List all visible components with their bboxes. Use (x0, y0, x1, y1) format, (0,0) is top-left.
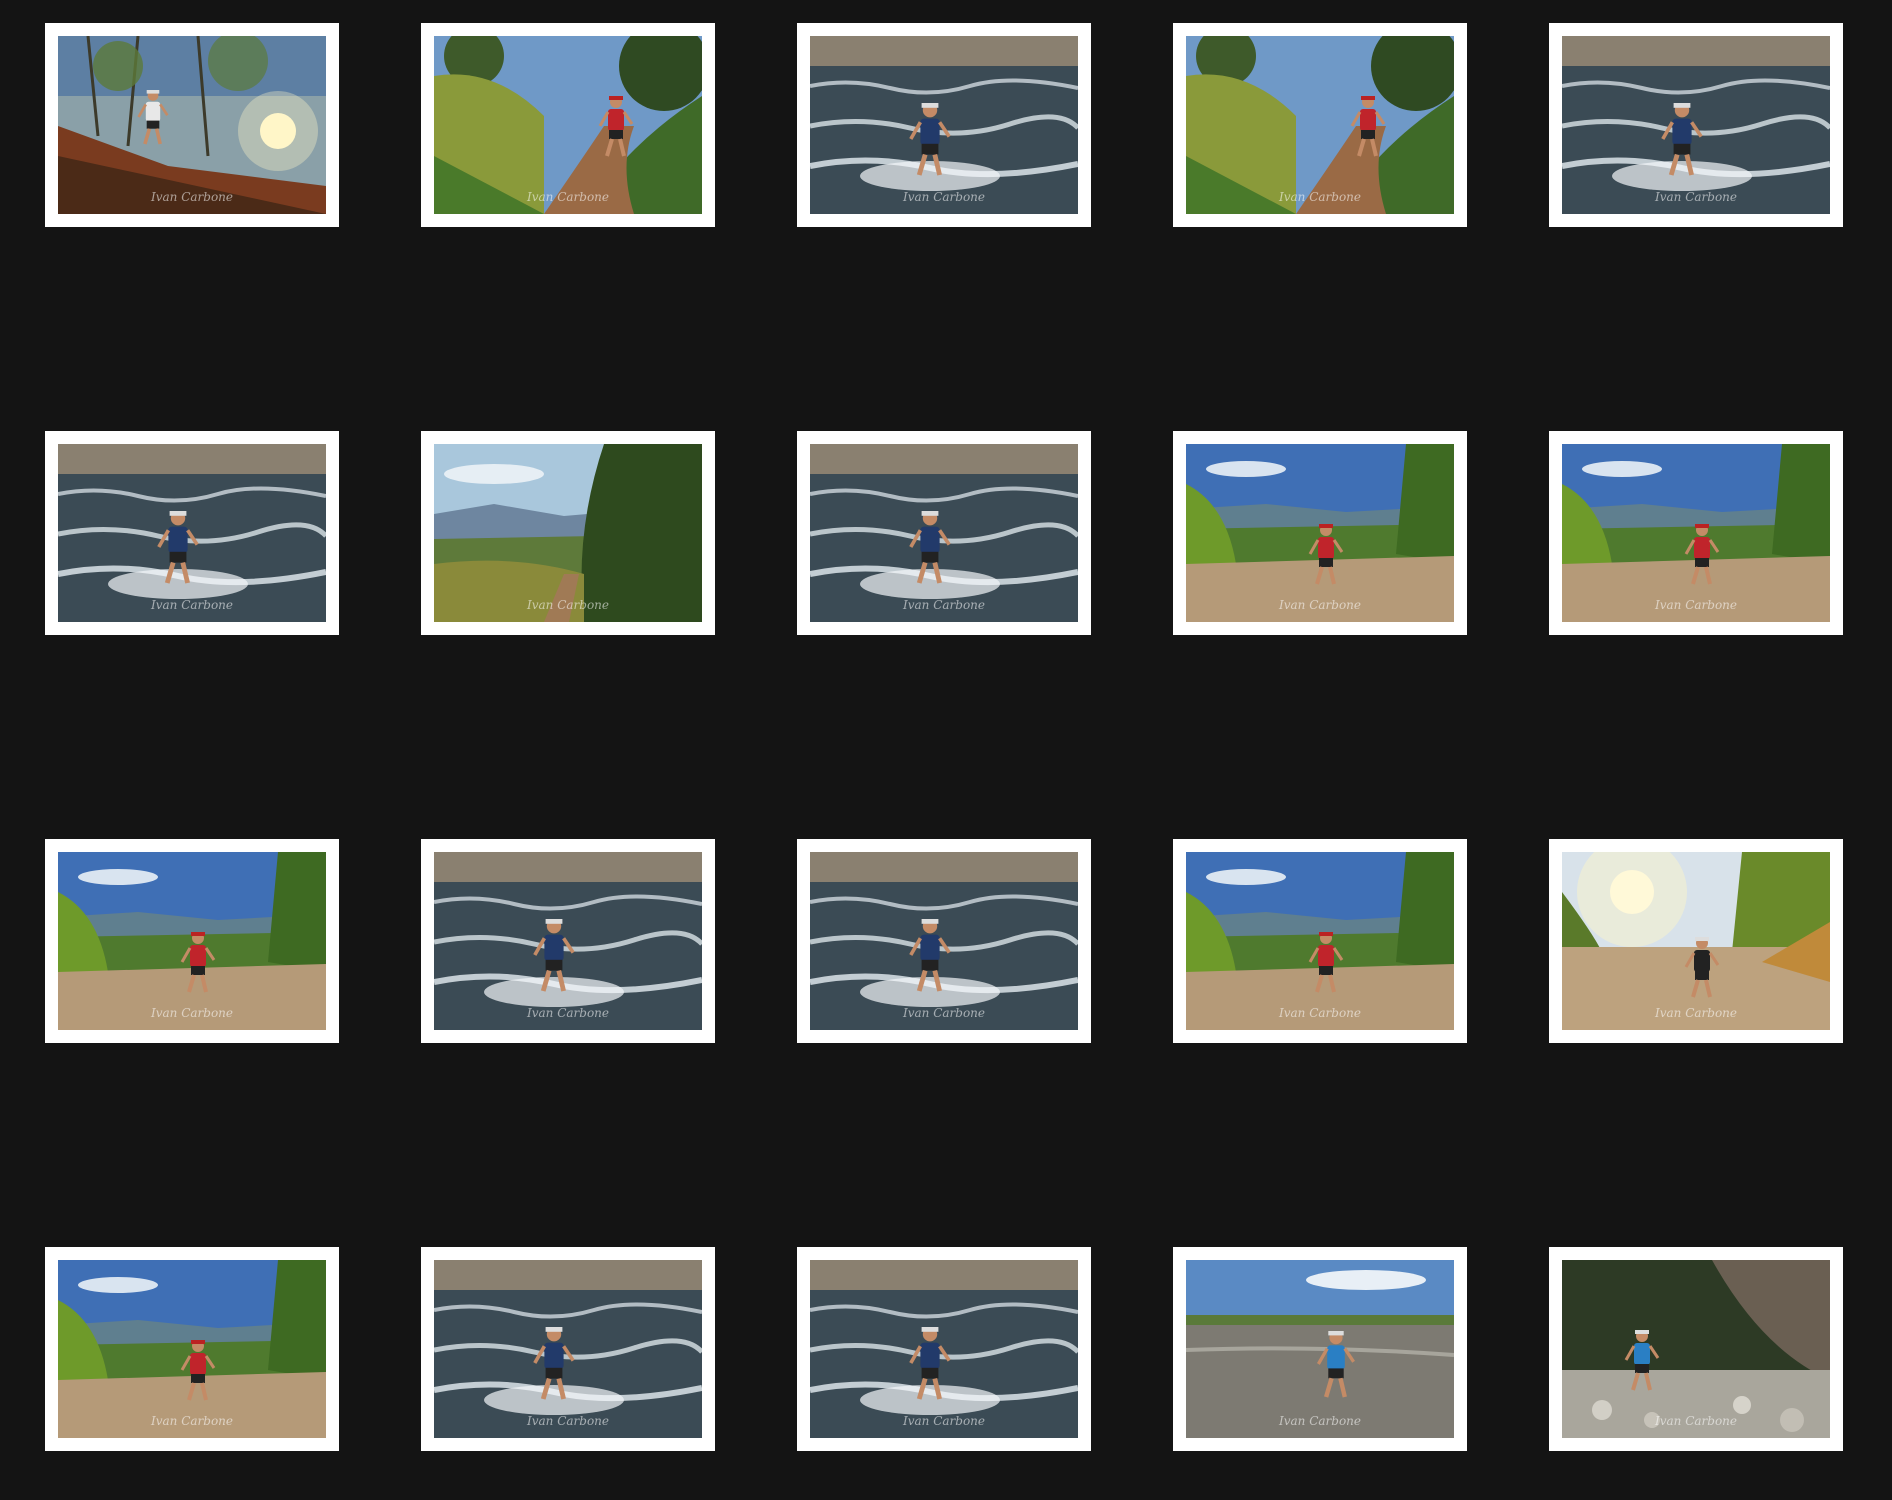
thumbnail-image: Ivan Carbone (58, 444, 326, 622)
gallery-thumbnail[interactable]: Ivan Carbone (421, 1247, 715, 1451)
thumbnail-image: Ivan Carbone (58, 1260, 326, 1438)
gallery-thumbnail[interactable]: Ivan Carbone (45, 23, 339, 227)
gallery-thumbnail[interactable]: Ivan Carbone (797, 839, 1091, 1043)
thumbnail-image: Ivan Carbone (810, 1260, 1078, 1438)
gallery-thumbnail[interactable]: Ivan Carbone (1173, 839, 1467, 1043)
gallery-thumbnail[interactable]: Ivan Carbone (1173, 23, 1467, 227)
gallery-thumbnail[interactable]: Ivan Carbone (1549, 1247, 1843, 1451)
thumbnail-image: Ivan Carbone (1562, 1260, 1830, 1438)
thumbnail-image: Ivan Carbone (1186, 36, 1454, 214)
gallery-thumbnail[interactable]: Ivan Carbone (421, 431, 715, 635)
gallery-thumbnail[interactable]: Ivan Carbone (797, 23, 1091, 227)
gallery-thumbnail[interactable]: Ivan Carbone (1173, 431, 1467, 635)
gallery-thumbnail[interactable]: Ivan Carbone (797, 431, 1091, 635)
thumbnail-image: Ivan Carbone (1562, 36, 1830, 214)
gallery-thumbnail[interactable]: Ivan Carbone (797, 1247, 1091, 1451)
gallery-thumbnail[interactable]: Ivan Carbone (45, 1247, 339, 1451)
thumbnail-image: Ivan Carbone (434, 36, 702, 214)
thumbnail-image: Ivan Carbone (1562, 444, 1830, 622)
thumbnail-image: Ivan Carbone (434, 1260, 702, 1438)
gallery-thumbnail[interactable]: Ivan Carbone (421, 839, 715, 1043)
gallery-thumbnail[interactable]: Ivan Carbone (45, 431, 339, 635)
thumbnail-image: Ivan Carbone (434, 852, 702, 1030)
thumbnail-image: Ivan Carbone (810, 36, 1078, 214)
thumbnail-image: Ivan Carbone (58, 36, 326, 214)
thumbnail-image: Ivan Carbone (810, 444, 1078, 622)
gallery-thumbnail[interactable]: Ivan Carbone (1173, 1247, 1467, 1451)
gallery-thumbnail[interactable]: Ivan Carbone (1549, 431, 1843, 635)
thumbnail-image: Ivan Carbone (434, 444, 702, 622)
thumbnail-image: Ivan Carbone (58, 852, 326, 1030)
photo-gallery: Ivan Carbone Ivan Carbone Ivan Carbone I… (0, 0, 1892, 1500)
thumbnail-image: Ivan Carbone (1186, 444, 1454, 622)
gallery-thumbnail[interactable]: Ivan Carbone (45, 839, 339, 1043)
thumbnail-image: Ivan Carbone (1186, 1260, 1454, 1438)
gallery-thumbnail[interactable]: Ivan Carbone (1549, 839, 1843, 1043)
gallery-thumbnail[interactable]: Ivan Carbone (1549, 23, 1843, 227)
thumbnail-image: Ivan Carbone (1562, 852, 1830, 1030)
thumbnail-image: Ivan Carbone (810, 852, 1078, 1030)
thumbnail-image: Ivan Carbone (1186, 852, 1454, 1030)
gallery-thumbnail[interactable]: Ivan Carbone (421, 23, 715, 227)
